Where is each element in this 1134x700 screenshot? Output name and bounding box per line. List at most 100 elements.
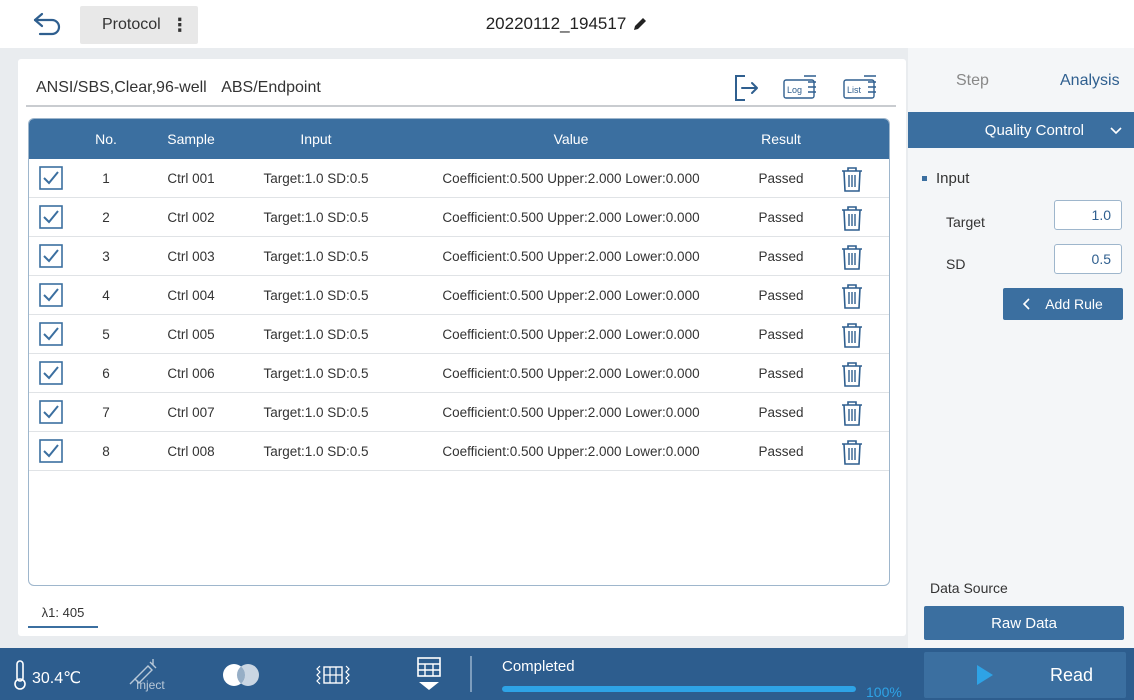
checkbox[interactable] — [39, 400, 63, 424]
row-number: 7 — [102, 405, 110, 420]
data-source-label: Data Source — [930, 580, 1008, 596]
row-value: Coefficient:0.500 Upper:2.000 Lower:0.00… — [442, 366, 700, 381]
tab-step[interactable]: Step — [956, 72, 989, 90]
row-number: 4 — [102, 288, 110, 303]
wavelength-tab[interactable]: λ1: 405 — [28, 598, 98, 628]
row-result: Passed — [758, 288, 804, 303]
row-sample: Ctrl 001 — [167, 171, 215, 186]
row-result: Passed — [758, 366, 804, 381]
bottom-status-bar: 30.4℃ Inject Completed 100% Read — [0, 648, 1134, 700]
play-icon — [977, 665, 993, 685]
sd-field[interactable]: 0.5 — [1054, 244, 1122, 274]
row-input: Target:1.0 SD:0.5 — [263, 366, 369, 381]
checkbox[interactable] — [39, 244, 63, 268]
row-value: Coefficient:0.500 Upper:2.000 Lower:0.00… — [442, 288, 700, 303]
column-header-value: Value — [553, 131, 589, 147]
row-number: 1 — [102, 171, 110, 186]
column-header-result: Result — [761, 131, 801, 147]
table-row: 3 Ctrl 003 Target:1.0 SD:0.5 Coefficient:0.… — [29, 237, 889, 276]
row-input: Target:1.0 SD:0.5 — [263, 405, 369, 420]
column-header-sample: Sample — [167, 131, 215, 147]
row-number: 6 — [102, 366, 110, 381]
row-input: Target:1.0 SD:0.5 — [263, 171, 369, 186]
row-value: Coefficient:0.500 Upper:2.000 Lower:0.00… — [442, 210, 700, 225]
row-value: Coefficient:0.500 Upper:2.000 Lower:0.00… — [442, 405, 700, 420]
checkbox[interactable] — [39, 205, 63, 229]
trash-icon[interactable] — [839, 243, 865, 271]
table-row: 5 Ctrl 005 Target:1.0 SD:0.5 Coefficient:0.… — [29, 315, 889, 354]
trash-icon[interactable] — [839, 438, 865, 466]
table-row: 7 Ctrl 007 Target:1.0 SD:0.5 Coefficient:0.… — [29, 393, 889, 432]
row-value: Coefficient:0.500 Upper:2.000 Lower:0.00… — [442, 444, 700, 459]
input-section-heading: Input — [922, 170, 969, 187]
list-button[interactable]: List — [842, 72, 878, 102]
checkbox[interactable] — [39, 283, 63, 307]
progress-bar — [502, 686, 856, 692]
tab-analysis[interactable]: Analysis — [1060, 72, 1120, 90]
trash-icon[interactable] — [839, 321, 865, 349]
row-result: Passed — [758, 327, 804, 342]
pencil-icon[interactable] — [632, 16, 648, 32]
list-icon: List — [843, 75, 876, 99]
row-sample: Ctrl 006 — [167, 366, 215, 381]
checkbox[interactable] — [39, 439, 63, 463]
results-panel: ANSI/SBS,Clear,96-well ABS/Endpoint Log … — [18, 59, 906, 636]
table-row: 1 Ctrl 001 Target:1.0 SD:0.5 Coefficient:0.… — [29, 159, 889, 198]
row-input: Target:1.0 SD:0.5 — [263, 288, 369, 303]
row-value: Coefficient:0.500 Upper:2.000 Lower:0.00… — [442, 327, 700, 342]
table-row: 6 Ctrl 006 Target:1.0 SD:0.5 Coefficient:0.… — [29, 354, 889, 393]
checkbox[interactable] — [39, 322, 63, 346]
inject-label: Inject — [136, 678, 165, 692]
row-number: 3 — [102, 249, 110, 264]
read-button[interactable]: Read — [924, 652, 1126, 698]
add-rule-button[interactable]: Add Rule — [1003, 288, 1123, 320]
row-sample: Ctrl 008 — [167, 444, 215, 459]
chevron-left-icon — [1023, 298, 1030, 310]
trash-icon[interactable] — [839, 399, 865, 427]
plate-meta: ANSI/SBS,Clear,96-well ABS/Endpoint — [36, 79, 321, 97]
row-result: Passed — [758, 405, 804, 420]
row-value: Coefficient:0.500 Upper:2.000 Lower:0.00… — [442, 249, 700, 264]
thermometer-icon — [14, 660, 26, 690]
plate-icon[interactable] — [316, 664, 350, 686]
checkbox[interactable] — [39, 361, 63, 385]
data-source-button[interactable]: Raw Data — [924, 606, 1124, 640]
grid-dropdown-icon[interactable] — [414, 656, 444, 694]
export-icon[interactable] — [732, 73, 762, 103]
row-number: 2 — [102, 210, 110, 225]
protocol-menu-button[interactable]: Protocol ⋮ — [80, 6, 198, 44]
target-field[interactable]: 1.0 — [1054, 200, 1122, 230]
chevron-down-icon — [1110, 127, 1122, 135]
analysis-type-select[interactable]: Quality Control — [908, 112, 1134, 148]
row-sample: Ctrl 003 — [167, 249, 215, 264]
qc-results-table: No. Sample Input Value Result 1 Ctrl 001 T… — [28, 118, 890, 586]
read-label: Read — [1050, 664, 1094, 685]
log-button[interactable]: Log — [782, 72, 818, 102]
inject-button[interactable]: Inject — [116, 656, 176, 696]
overlap-circles-icon[interactable] — [220, 662, 262, 688]
table-row: 2 Ctrl 002 Target:1.0 SD:0.5 Coefficient:0.… — [29, 198, 889, 237]
list-icon-label: List — [847, 85, 862, 95]
trash-icon[interactable] — [839, 282, 865, 310]
file-name-title[interactable]: 20220112_194517 — [486, 14, 649, 34]
table-row: 8 Ctrl 008 Target:1.0 SD:0.5 Coefficient:0.… — [29, 432, 889, 471]
trash-icon[interactable] — [839, 165, 865, 193]
column-header-input: Input — [300, 131, 332, 147]
top-header: Protocol ⋮ 20220112_194517 — [0, 0, 1134, 48]
checkbox[interactable] — [39, 166, 63, 190]
trash-icon[interactable] — [839, 360, 865, 388]
trash-icon[interactable] — [839, 204, 865, 232]
back-button[interactable] — [32, 10, 66, 38]
row-input: Target:1.0 SD:0.5 — [263, 327, 369, 342]
row-sample: Ctrl 004 — [167, 288, 215, 303]
back-arrow-icon[interactable] — [32, 10, 66, 38]
progress-percent: 100% — [866, 684, 902, 700]
add-rule-label: Add Rule — [1045, 296, 1103, 312]
divider — [470, 656, 472, 692]
table-body: 1 Ctrl 001 Target:1.0 SD:0.5 Coefficient:0.… — [29, 159, 889, 471]
row-input: Target:1.0 SD:0.5 — [263, 444, 369, 459]
column-header-no: No. — [95, 131, 117, 147]
side-panel: Step Analysis Quality Control Input Targ… — [908, 48, 1134, 648]
log-icon: Log — [783, 75, 816, 99]
input-heading-text: Input — [936, 170, 970, 187]
